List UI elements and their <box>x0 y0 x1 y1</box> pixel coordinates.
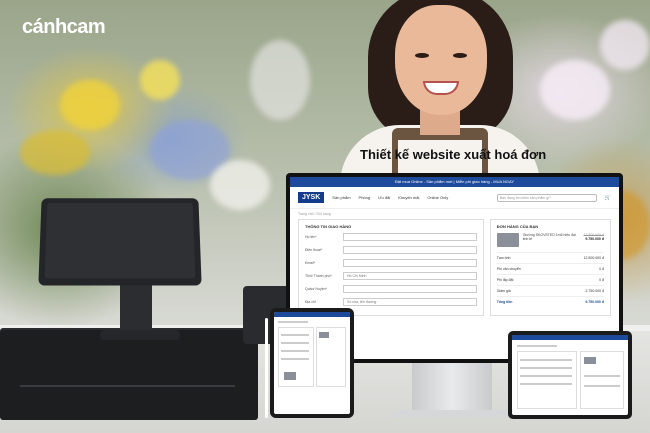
nav-deals[interactable]: Ưu đãi <box>378 195 390 200</box>
shipping-form: THÔNG TIN GIAO HÀNG Họ tên* Điện thoại* … <box>298 219 484 316</box>
order-summary: ĐƠN HÀNG CỦA BẠN Giường SKOVSTED 1m6 hiệ… <box>489 219 611 316</box>
summary-row: Phí lắp đặt 0 đ <box>496 274 604 285</box>
site-header: JYSK Sản phẩm Phòng Ưu đãi Khuyến mãi On… <box>290 187 619 209</box>
product-name[interactable]: Giường SKOVSTED 1m6 hiện đại tinh tế <box>523 233 580 247</box>
brand-logo: cánhcam <box>22 16 106 38</box>
field-label: Điện thoại* <box>305 248 323 252</box>
laptop-screen <box>512 335 628 415</box>
site-logo[interactable]: JYSK <box>298 192 325 203</box>
address-field[interactable]: Số nhà, tên đường <box>343 298 477 306</box>
breadcrumb[interactable]: Trang chủ / Giỏ hàng <box>290 209 619 219</box>
summary-row: Giảm giá -2.750.000 đ <box>496 285 604 296</box>
search-input[interactable]: Bạn đang tìm kiếm sản phẩm gì? <box>496 193 597 202</box>
form-title: THÔNG TIN GIAO HÀNG <box>305 224 352 229</box>
phone-field[interactable] <box>343 246 477 254</box>
field-label: Quận/ Huyện* <box>305 287 327 291</box>
laptop-device <box>508 331 632 419</box>
email-field[interactable] <box>343 259 477 267</box>
cart-icon[interactable]: 🛒 <box>605 195 611 201</box>
tablet-device <box>270 308 354 418</box>
nav-rooms[interactable]: Phòng <box>359 195 371 200</box>
promo-bar[interactable]: Đặt mua Online - Sản phẩm mới | Miễn phí… <box>290 177 619 187</box>
summary-row: Phí vận chuyển 0 đ <box>496 263 604 274</box>
order-title: ĐƠN HÀNG CỦA BẠN <box>496 224 539 229</box>
tablet-screen <box>274 312 350 414</box>
district-select[interactable] <box>343 285 477 293</box>
name-field[interactable] <box>343 233 477 241</box>
product-image <box>496 233 519 247</box>
stylus-pen <box>265 318 268 418</box>
nav-products[interactable]: Sản phẩm <box>332 195 350 200</box>
headline: Thiết kế website xuất hoá đơn <box>360 147 547 162</box>
order-product: Giường SKOVSTED 1m6 hiện đại tinh tế 12.… <box>496 233 604 247</box>
field-label: Địa chỉ <box>305 300 316 304</box>
field-label: Họ tên* <box>305 235 317 239</box>
summary-total: Tổng tiền 9.750.000 đ <box>496 296 604 307</box>
sale-price: 9.750.000 đ <box>585 237 604 241</box>
nav-online-only[interactable]: Online Only <box>427 195 448 200</box>
nav-promotions[interactable]: Khuyến mãi <box>398 195 419 200</box>
summary-row: Tạm tính 12.500.000 đ <box>496 252 604 263</box>
field-label: Tỉnh/ Thành phố* <box>305 274 332 278</box>
city-select[interactable]: Hồ Chí Minh <box>343 272 477 280</box>
field-label: Email* <box>305 261 316 265</box>
